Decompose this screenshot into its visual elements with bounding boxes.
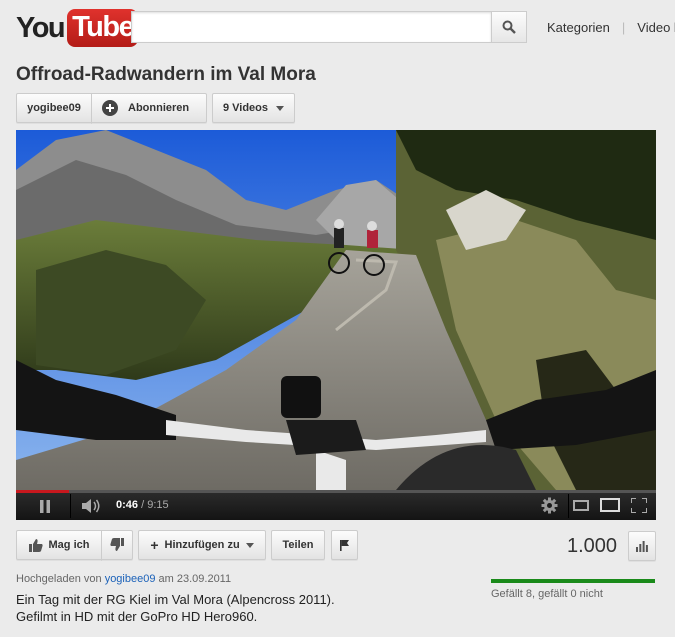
add-to-label: Hinzufügen zu <box>164 539 240 551</box>
plus-circle-icon <box>102 100 118 116</box>
view-count: 1.000 <box>567 535 618 557</box>
share-label: Teilen <box>282 539 314 551</box>
bar-chart-icon <box>636 540 648 552</box>
pause-icon[interactable] <box>39 500 51 513</box>
thumbs-up-icon <box>28 539 43 552</box>
control-divider <box>70 494 71 518</box>
uploader-link[interactable]: yogibee09 <box>105 573 156 585</box>
video-frame <box>16 130 656 490</box>
gear-icon[interactable] <box>541 497 558 514</box>
video-description: Ein Tag mit der RG Kiel im Val Mora (Alp… <box>16 591 335 625</box>
logo-tube-text: Tube <box>67 9 139 47</box>
video-title: Offroad-Radwandern im Val Mora <box>16 64 316 85</box>
search-bar <box>131 11 527 43</box>
time-separator: / <box>138 499 148 511</box>
player-controls: 0:46 / 9:15 <box>16 490 656 520</box>
small-player-icon[interactable] <box>573 500 589 511</box>
fullscreen-icon[interactable] <box>631 498 647 513</box>
youtube-logo[interactable]: You Tube <box>16 8 139 48</box>
top-nav: Kategorien | Video h <box>547 20 675 35</box>
subscribe-label: Abonnieren <box>128 102 190 114</box>
upload-info: Hochgeladen von yogibee09 am 23.09.2011 <box>16 573 231 585</box>
nav-kategorien[interactable]: Kategorien <box>547 20 610 35</box>
chevron-down-icon <box>245 542 254 548</box>
flag-icon <box>340 539 349 551</box>
description-line: Ein Tag mit der RG Kiel im Val Mora (Alp… <box>16 592 335 607</box>
flag-button[interactable] <box>331 530 358 560</box>
channel-button[interactable]: yogibee09 <box>16 93 92 123</box>
volume-icon[interactable] <box>82 498 102 514</box>
time-display: 0:46 / 9:15 <box>116 499 169 511</box>
progress-bar[interactable] <box>16 490 656 493</box>
videos-count-label: 9 Videos <box>222 102 269 114</box>
search-icon <box>502 20 516 34</box>
logo-you-text: You <box>16 11 66 44</box>
nav-video-manager[interactable]: Video h <box>637 20 675 35</box>
like-label: Mag ich <box>48 539 90 551</box>
add-to-button[interactable]: + Hinzufügen zu <box>138 530 266 560</box>
uploaded-prefix: Hochgeladen von <box>16 573 102 585</box>
control-divider <box>568 494 569 518</box>
channel-name: yogibee09 <box>27 102 81 114</box>
likes-summary: Gefällt 8, gefällt 0 nicht <box>491 588 603 600</box>
share-button[interactable]: Teilen <box>271 530 325 560</box>
time-total: 9:15 <box>147 499 169 511</box>
like-button[interactable]: Mag ich <box>16 530 102 560</box>
progress-fill <box>16 490 70 493</box>
nav-separator: | <box>621 20 626 35</box>
search-input[interactable] <box>131 11 491 43</box>
video-player[interactable]: 0:46 / 9:15 <box>16 130 656 520</box>
search-button[interactable] <box>491 11 527 43</box>
time-current: 0:46 <box>116 499 139 511</box>
description-line: Gefilmt in HD mit der GoPro HD Hero960. <box>16 609 258 624</box>
chevron-down-icon <box>276 105 285 111</box>
dislike-button[interactable] <box>101 530 133 560</box>
uploaded-date: am 23.09.2011 <box>158 573 232 585</box>
videos-dropdown-button[interactable]: 9 Videos <box>212 93 295 123</box>
like-ratio-bar <box>491 579 655 583</box>
plus-icon: + <box>150 537 159 553</box>
stats-button[interactable] <box>628 531 656 561</box>
thumbs-down-icon <box>110 538 124 551</box>
large-player-icon[interactable] <box>600 498 620 512</box>
subscribe-button[interactable]: Abonnieren <box>91 93 207 123</box>
